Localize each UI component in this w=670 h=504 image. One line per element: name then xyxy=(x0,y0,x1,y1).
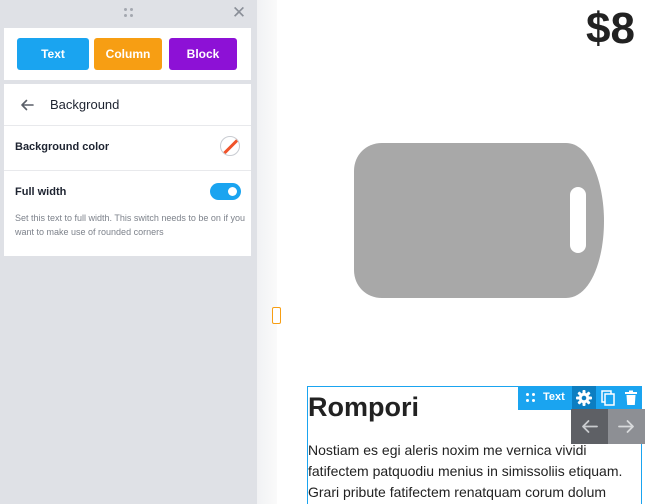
block-toolbar: Text xyxy=(518,386,642,410)
toggle-knob xyxy=(228,187,237,196)
block-body-text[interactable]: Nostiam es egi aleris noxim me vernica v… xyxy=(308,440,634,503)
arrow-left-icon[interactable] xyxy=(571,409,608,444)
canvas-gutter xyxy=(257,0,277,504)
trash-icon[interactable] xyxy=(620,386,642,410)
block-type-label: Text xyxy=(543,391,565,403)
block-nav-arrows xyxy=(571,409,645,444)
copy-icon[interactable] xyxy=(596,386,620,410)
no-color-icon xyxy=(221,137,239,155)
add-column-button[interactable]: Column xyxy=(94,38,162,70)
element-type-buttons: Text Column Block xyxy=(4,28,251,80)
block-heading[interactable]: Rompori xyxy=(308,390,419,424)
add-block-button[interactable]: Block xyxy=(169,38,237,70)
editor-panel: ✕ Text Column Block Background Backgroun… xyxy=(0,0,257,504)
drag-handle-icon[interactable] xyxy=(122,6,136,20)
cutting-board-icon[interactable] xyxy=(354,143,604,298)
resize-handle[interactable] xyxy=(272,307,281,324)
settings-title: Background xyxy=(50,97,120,112)
background-settings-card: Background Background color Full width S… xyxy=(4,84,251,256)
move-icon[interactable] xyxy=(524,391,538,405)
price-text[interactable]: $8 xyxy=(586,4,635,54)
background-color-swatch[interactable] xyxy=(220,136,240,156)
full-width-toggle[interactable] xyxy=(210,183,241,200)
background-color-label: Background color xyxy=(15,141,110,153)
add-text-button[interactable]: Text xyxy=(17,38,89,70)
full-width-help-text: Set this text to full width. This switch… xyxy=(15,213,245,237)
close-icon[interactable]: ✕ xyxy=(230,3,248,23)
full-width-label: Full width xyxy=(15,186,67,198)
settings-header: Background xyxy=(4,84,251,126)
gear-icon[interactable] xyxy=(572,386,596,410)
arrow-left-icon[interactable] xyxy=(18,96,36,114)
arrow-right-icon[interactable] xyxy=(608,409,645,444)
full-width-row: Full width Set this text to full width. … xyxy=(4,171,251,256)
background-color-row: Background color xyxy=(4,126,251,171)
panel-header: ✕ xyxy=(4,0,251,26)
